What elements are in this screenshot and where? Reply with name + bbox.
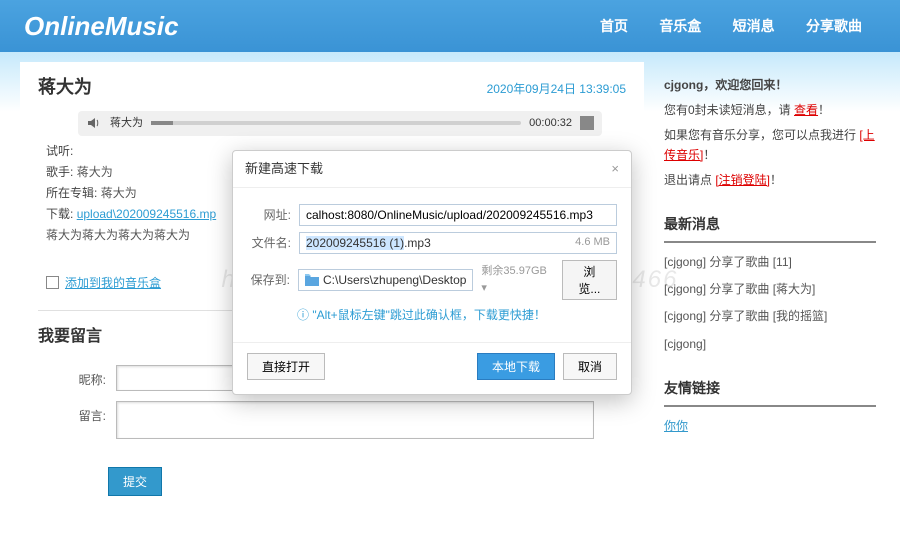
message-textarea[interactable] [116,401,594,439]
browse-button[interactable]: 浏览... [562,260,617,300]
speaker-icon [86,115,102,131]
audio-player[interactable]: 蒋大为 00:00:32 [78,111,602,136]
hint-text: "Alt+鼠标左键"跳过此确认框，下载更快捷！ [297,306,617,324]
friend-link[interactable]: 你你 [664,419,688,433]
nick-label: 昵称: [70,365,106,391]
welcome-text: cjgong，欢迎您回来！ [664,76,876,95]
player-time: 00:00:32 [529,115,572,132]
view-messages-link[interactable]: 查看 [794,103,818,117]
logout-link[interactable]: [注销登陆] [715,173,770,187]
top-nav: 首页 音乐盒 短消息 分享歌曲 [586,16,876,37]
disk-remain: 剩余35.97GB ▾ [481,263,553,296]
download-label: 下载: [46,207,73,221]
add-checkbox[interactable] [46,276,59,289]
album-value: 蒋大为 [101,186,137,200]
news-item[interactable]: [cjgong] 分享了歌曲 [蒋大为] [664,280,876,299]
nav-share[interactable]: 分享歌曲 [806,18,862,34]
news-heading: 最新消息 [664,214,876,243]
sidebar: cjgong，欢迎您回来！ 您有0封未读短消息，请 查看！ 如果您有音乐分享，您… [660,62,880,536]
nav-home[interactable]: 首页 [600,18,628,34]
artist-value: 蒋大为 [77,165,113,179]
nav-messages[interactable]: 短消息 [733,18,775,34]
message-label: 留言: [70,401,106,439]
save-label: 保存到: [247,271,290,289]
close-icon[interactable]: × [611,159,619,179]
logout-text: 退出请点 [664,173,715,187]
cancel-button[interactable]: 取消 [563,353,617,380]
progress-bar[interactable] [151,121,521,125]
file-size: 4.6 MB [575,234,610,251]
url-input[interactable] [299,204,617,226]
unread-text: 您有0封未读短消息，请 [664,103,794,117]
player-track-name: 蒋大为 [110,115,143,132]
filename-input[interactable]: 202009245516 (1).mp3 4.6 MB [299,232,617,254]
open-button[interactable]: 直接打开 [247,353,325,380]
nav-musicbox[interactable]: 音乐盒 [659,18,701,34]
listen-label: 试听: [46,144,73,158]
news-item[interactable]: [cjgong] 分享了歌曲 [11] [664,253,876,272]
news-item[interactable]: [cjgong] [664,335,876,354]
download-dialog: 新建高速下载 × 网址: 文件名: 202009245516 (1).mp3 4… [232,150,632,395]
share-text: 如果您有音乐分享，您可以点我进行 [664,128,859,142]
folder-icon [305,274,319,286]
artist-label: 歌手: [46,165,73,179]
download-link[interactable]: upload\202009245516.mp [77,207,216,221]
timestamp: 2020年09月24日 13:39:05 [487,80,626,98]
site-logo: OnlineMusic [24,7,586,46]
song-title: 蒋大为 [38,74,92,101]
pause-button[interactable] [580,116,594,130]
save-path-input[interactable]: C:\Users\zhupeng\Desktop [298,269,473,291]
add-to-musicbox-link[interactable]: 添加到我的音乐盒 [65,274,161,292]
news-item[interactable]: [cjgong] 分享了歌曲 [我的摇篮] [664,307,876,326]
url-label: 网址: [247,206,291,224]
dialog-title: 新建高速下载 [245,159,323,179]
links-heading: 友情链接 [664,378,876,407]
filename-label: 文件名: [247,234,291,252]
submit-button[interactable]: 提交 [108,467,162,496]
album-label: 所在专辑: [46,186,97,200]
local-download-button[interactable]: 本地下载 [477,353,555,380]
